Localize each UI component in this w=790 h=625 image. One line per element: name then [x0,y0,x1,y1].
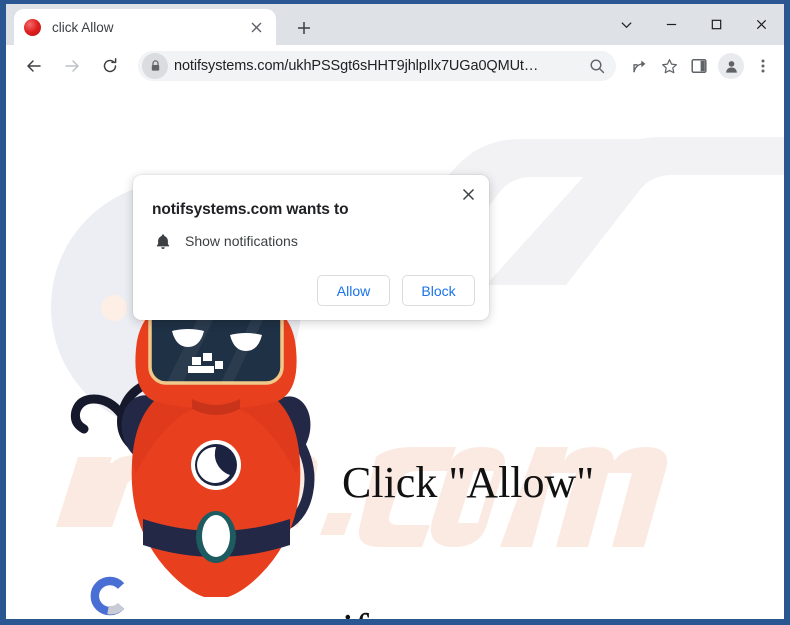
tab-search-icon[interactable] [604,4,649,45]
maximize-icon[interactable] [694,4,739,45]
bookmark-star-icon[interactable] [654,50,684,82]
side-panel-icon[interactable] [684,50,714,82]
permission-row: Show notifications [152,230,298,252]
captcha-c-icon [90,576,125,616]
dialog-buttons: Allow Block [317,275,475,306]
reload-button[interactable] [94,50,126,82]
favicon-icon [24,18,41,36]
forward-button [56,50,88,82]
minimize-icon[interactable] [649,4,694,45]
permission-label: Show notifications [185,233,298,249]
browser-window: click Allow notifsystems.com/ukhPSSgt6sH… [0,0,790,625]
block-button[interactable]: Block [402,275,475,306]
window-controls [604,4,784,45]
page-headline: Click "Allow" if you are not a robot [342,359,594,619]
close-window-icon[interactable] [739,4,784,45]
page-viewport: Click "Allow" if you are not a robot E-C… [6,87,784,619]
share-icon[interactable] [624,50,654,82]
url-text[interactable]: notifsystems.com/ukhPSSgt6sHHT9jhlpIlx7U… [174,58,584,74]
three-dot-menu-icon[interactable] [748,50,778,82]
browser-tab[interactable]: click Allow [14,9,276,45]
notification-permission-dialog: notifsystems.com wants to Show notificat… [133,175,489,320]
tab-strip: click Allow [6,4,784,45]
bell-icon [152,230,174,252]
site-info-button[interactable] [142,53,168,79]
close-tab-icon[interactable] [246,17,266,37]
browser-toolbar: notifsystems.com/ukhPSSgt6sHHT9jhlpIlx7U… [6,45,784,87]
allow-button[interactable]: Allow [317,275,390,306]
search-icon[interactable] [584,53,610,79]
captcha-logo: E-CAPTCHA [78,575,138,619]
browser-window-inner: click Allow notifsystems.com/ukhPSSgt6sH… [6,4,784,619]
back-button[interactable] [18,50,50,82]
new-tab-button[interactable] [291,15,317,41]
profile-avatar[interactable] [718,53,744,79]
headline-line-1: Click "Allow" [342,457,595,507]
dialog-title: notifsystems.com wants to [152,201,349,218]
headline-line-2: if you are not [342,605,594,619]
tab-title: click Allow [52,19,114,35]
address-bar[interactable]: notifsystems.com/ukhPSSgt6sHHT9jhlpIlx7U… [138,51,616,81]
close-icon[interactable] [455,181,481,207]
robot-mascot [70,293,315,597]
